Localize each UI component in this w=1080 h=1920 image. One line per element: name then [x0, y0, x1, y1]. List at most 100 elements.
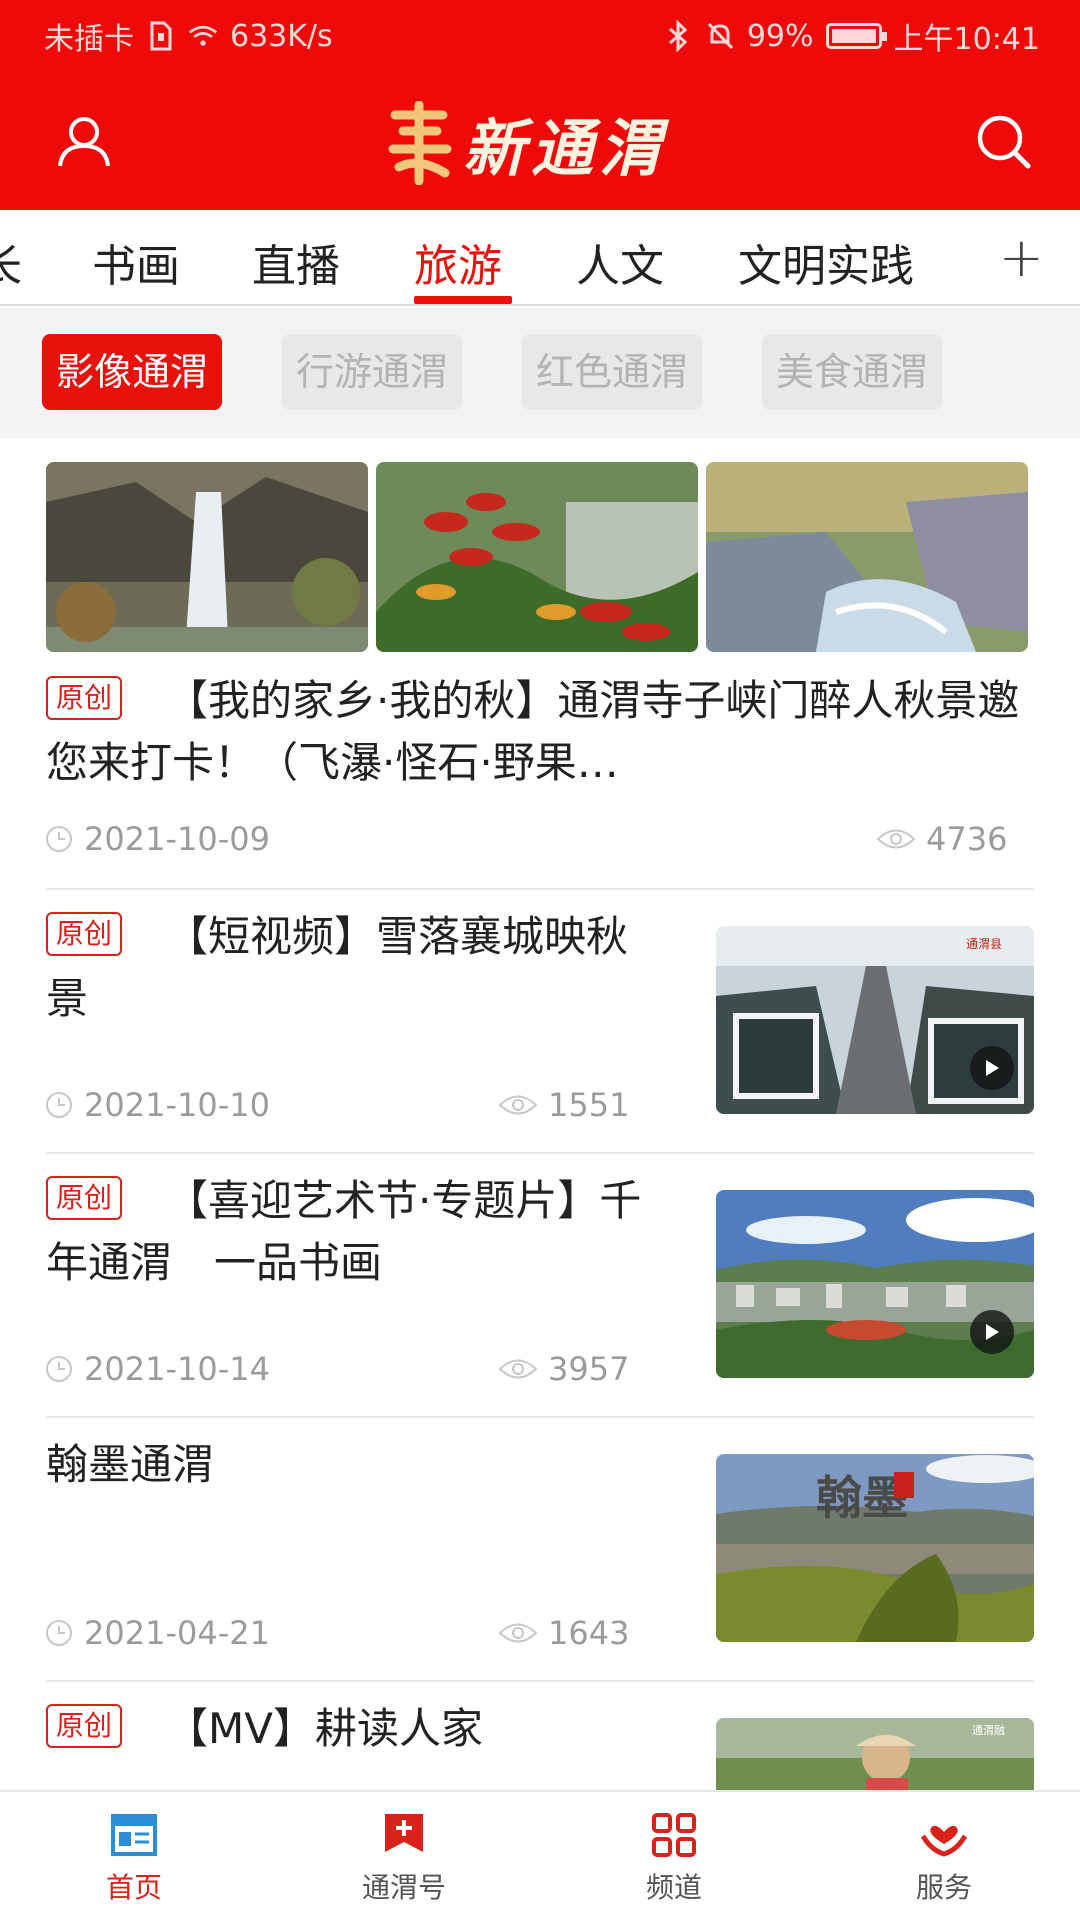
nav-services[interactable]: 服务 — [844, 1810, 1044, 1906]
date-text: 2021-10-10 — [84, 1086, 270, 1124]
nav-label: 频道 — [645, 1871, 702, 1904]
search-button[interactable] — [972, 110, 1036, 174]
news-title-text: 【我的家乡·我的秋】通渭寺子峡门醉人秋景邀您来打卡！（飞瀑·怪石·野果… — [46, 676, 1020, 787]
subcategory-bar: 影像通渭 行游通渭 红色通渭 美食通渭 — [0, 308, 1080, 438]
battery-percent: 99% — [746, 18, 814, 54]
active-tab-indicator — [414, 296, 512, 304]
stream-image — [706, 462, 1028, 652]
eye-icon — [498, 1620, 538, 1646]
tab-channel-culture[interactable]: 人文 — [576, 230, 664, 294]
date-text: 2021-10-14 — [84, 1350, 270, 1388]
clock-icon — [44, 1618, 74, 1648]
clock-icon — [44, 1090, 74, 1120]
channel-tabs: 长 书画 直播 旅游 人文 文明实践 + — [0, 210, 1080, 306]
original-tag: 原创 — [46, 1703, 123, 1748]
eye-icon — [498, 1092, 538, 1118]
subtab-image[interactable]: 影像通渭 — [42, 334, 223, 410]
play-icon — [970, 1310, 1014, 1354]
news-title: 原创 【我的家乡·我的秋】通渭寺子峡门醉人秋景邀您来打卡！（飞瀑·怪石·野果… — [46, 670, 1036, 794]
video-watermark: 通渭融 — [972, 1724, 1005, 1737]
news-title: 原创 【MV】耕读人家 — [46, 1698, 646, 1760]
news-date: 2021-04-21 — [44, 1614, 270, 1652]
divider — [46, 1416, 1034, 1418]
wifi-icon — [188, 19, 218, 53]
video-watermark: 通渭县 — [966, 937, 1002, 951]
logo-seal-icon — [388, 101, 452, 185]
grid-icon — [649, 1810, 699, 1860]
red-leaves-image — [376, 462, 698, 652]
battery-icon — [825, 23, 887, 49]
nav-home[interactable]: 首页 — [34, 1810, 234, 1906]
clock: 上午10:41 — [893, 22, 1040, 57]
news-title: 翰墨通渭 — [46, 1434, 646, 1496]
network-speed: 633K/s — [230, 18, 333, 54]
subtab-travel[interactable]: 行游通渭 — [282, 334, 463, 410]
eye-icon — [498, 1356, 538, 1382]
news-views: 1551 — [498, 1086, 629, 1124]
waterfall-image — [46, 462, 368, 652]
tab-channel-civilization[interactable]: 文明实践 — [738, 230, 914, 294]
news-icon — [109, 1810, 159, 1860]
search-icon — [977, 115, 1031, 169]
app-screen: 未插卡 633K/s 99% 上午10:41 新通渭 书画 直播 旅游 人文 文… — [0, 0, 1080, 1920]
news-views: 1643 — [498, 1614, 629, 1652]
bottom-navigation: 首页 通渭号 频道 服务 — [0, 1790, 1080, 1920]
clock-icon — [44, 824, 74, 854]
original-tag: 原创 — [46, 911, 123, 956]
news-date: 2021-10-10 — [44, 1086, 270, 1124]
title-bar: 新通渭 — [0, 88, 1080, 198]
snow-city-video-thumbnail: 通渭县 — [716, 926, 1034, 1114]
bluetooth-icon — [663, 19, 693, 53]
nav-channels[interactable]: 频道 — [574, 1810, 774, 1906]
tab-channel-live[interactable]: 直播 — [252, 230, 340, 294]
eye-icon — [876, 826, 916, 852]
news-date: 2021-10-09 — [44, 820, 270, 858]
tabs-fade — [930, 210, 990, 304]
app-logo: 新通渭 — [385, 98, 667, 188]
views-text: 3957 — [548, 1350, 630, 1388]
user-icon — [58, 117, 110, 167]
nav-tongwei-account[interactable]: 通渭号 — [304, 1810, 504, 1906]
news-date: 2021-10-14 — [44, 1350, 270, 1388]
divider — [46, 1680, 1034, 1682]
status-bar: 未插卡 633K/s 99% 上午10:41 — [0, 0, 1080, 66]
views-text: 1551 — [548, 1086, 630, 1124]
town-panorama-video-thumbnail — [716, 1190, 1034, 1378]
views-text: 4736 — [926, 820, 1008, 858]
calligraphy-landscape-thumbnail: 翰墨 — [716, 1454, 1034, 1642]
user-profile-button[interactable] — [52, 110, 116, 174]
play-icon — [970, 1046, 1014, 1090]
subtab-red[interactable]: 红色通渭 — [522, 334, 703, 410]
original-tag: 原创 — [46, 1175, 123, 1220]
tab-channel-travel[interactable]: 旅游 — [414, 230, 502, 294]
date-text: 2021-10-09 — [84, 820, 270, 858]
news-views: 3957 — [498, 1350, 629, 1388]
hands-heart-icon — [919, 1810, 969, 1860]
subtab-food[interactable]: 美食通渭 — [762, 334, 943, 410]
original-tag: 原创 — [46, 675, 123, 720]
news-title-text: 翰墨通渭 — [46, 1440, 215, 1489]
news-title-text: 【喜迎艺术节·专题片】千年通渭 一品书画 — [46, 1176, 642, 1287]
clock-icon — [44, 1354, 74, 1384]
sim-icon — [146, 19, 176, 53]
views-text: 1643 — [548, 1614, 630, 1652]
news-title-text: 【短视频】雪落襄城映秋景 — [46, 912, 629, 1023]
mute-bell-icon — [705, 19, 735, 53]
news-title: 原创 【喜迎艺术节·专题片】千年通渭 一品书画 — [46, 1170, 646, 1294]
divider — [46, 888, 1034, 890]
tab-channel-calligraphy[interactable]: 书画 — [92, 230, 180, 294]
divider — [46, 1152, 1034, 1154]
tab-channel-0[interactable]: 长 — [0, 230, 22, 294]
add-channel-button[interactable]: + — [999, 226, 1044, 289]
news-feed: 原创 【我的家乡·我的秋】通渭寺子峡门醉人秋景邀您来打卡！（飞瀑·怪石·野果… 2… — [0, 438, 1080, 1790]
nav-label: 首页 — [105, 1871, 162, 1904]
date-text: 2021-04-21 — [84, 1614, 270, 1652]
app-header: 未插卡 633K/s 99% 上午10:41 新通渭 — [0, 0, 1080, 210]
nav-label: 通渭号 — [361, 1871, 446, 1904]
bookmark-plus-icon — [379, 1810, 429, 1860]
app-title: 新通渭 — [463, 112, 668, 185]
news-views: 4736 — [876, 820, 1007, 858]
mv-thumbnail: 通渭融 — [716, 1718, 1034, 1790]
news-title: 原创 【短视频】雪落襄城映秋景 — [46, 906, 646, 1030]
nav-label: 服务 — [915, 1871, 972, 1904]
